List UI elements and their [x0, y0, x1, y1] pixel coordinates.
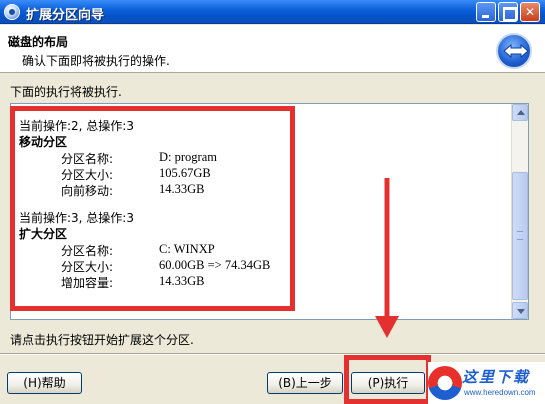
- watermark: 这里下载 www.heredown.com: [428, 362, 545, 404]
- watermark-title: 这里下载: [462, 368, 531, 386]
- watermark-logo-icon: [428, 366, 462, 400]
- watermark-url: www.heredown.com: [464, 388, 536, 397]
- annotation-arrow-icon: [375, 178, 399, 338]
